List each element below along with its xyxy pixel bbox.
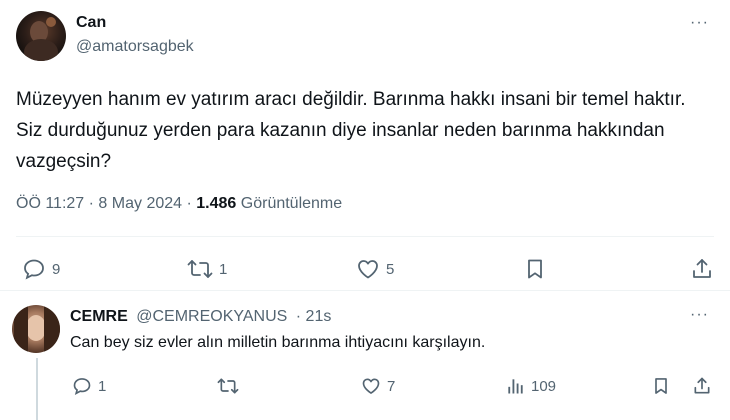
bookmark-icon: [528, 259, 542, 279]
reply-like-count: 7: [387, 377, 396, 395]
like-button[interactable]: 5: [356, 257, 394, 281]
reply-bookmark-button[interactable]: [651, 376, 671, 396]
heart-icon: [362, 378, 380, 394]
reply-tweet: CEMRE @CEMREOKYANUS · 21s ··· Can bey si…: [0, 292, 730, 420]
more-options-button[interactable]: ···: [690, 14, 709, 32]
tweet-date[interactable]: 8 May 2024: [98, 195, 182, 212]
author-handle[interactable]: @amatorsagbek: [76, 38, 194, 56]
reply-retweet-button[interactable]: [217, 376, 239, 396]
retweet-count: 1: [219, 260, 228, 278]
reply-author-handle[interactable]: @CEMREOKYANUS: [136, 308, 287, 325]
reply-reply-count: 1: [98, 377, 107, 395]
share-icon: [694, 377, 710, 394]
divider: [16, 236, 714, 237]
reply-icon: [73, 378, 91, 395]
reply-reply-button[interactable]: 1: [72, 376, 106, 396]
bookmark-icon: [655, 378, 667, 394]
reply-author-name[interactable]: CEMRE: [70, 308, 128, 325]
tweet-meta: ÖÖ 11:27 · 8 May 2024 · 1.486 Görüntülen…: [16, 195, 343, 212]
main-tweet: Can @amatorsagbek ··· Müzeyyen hanım ev …: [0, 0, 730, 291]
reply-header: CEMRE @CEMREOKYANUS · 21s: [70, 308, 331, 326]
bookmark-button[interactable]: [523, 257, 547, 281]
reply-like-button[interactable]: 7: [361, 376, 395, 396]
divider: [0, 290, 730, 291]
reply-share-button[interactable]: [692, 376, 712, 396]
author-name[interactable]: Can: [76, 14, 106, 32]
views-icon: [508, 379, 523, 394]
reply-more-options-button[interactable]: ···: [690, 306, 709, 324]
like-count: 5: [386, 260, 395, 278]
reply-text: Can bey siz evler alın milletin barınma …: [70, 334, 486, 351]
reply-icon: [24, 259, 44, 280]
tweet-text: Müzeyyen hanım ev yatırım aracı değildir…: [16, 89, 686, 172]
heart-icon: [358, 260, 378, 279]
reply-count: 9: [52, 260, 61, 278]
share-icon: [693, 259, 711, 278]
reply-time[interactable]: · 21s: [296, 308, 332, 325]
reply-views-button[interactable]: 109: [505, 376, 556, 396]
retweet-icon: [187, 260, 213, 278]
thread-line: [36, 358, 38, 420]
views-label: Görüntülenme: [240, 195, 343, 212]
share-button[interactable]: [690, 257, 714, 281]
reply-button[interactable]: 9: [22, 257, 60, 281]
author-avatar[interactable]: [16, 11, 66, 61]
reply-views-count: 109: [531, 377, 557, 395]
views-count: 1.486: [196, 195, 237, 212]
tweet-time[interactable]: ÖÖ 11:27: [16, 195, 84, 212]
retweet-icon: [217, 378, 239, 394]
reply-author-avatar[interactable]: [12, 305, 60, 353]
retweet-button[interactable]: 1: [187, 257, 227, 281]
